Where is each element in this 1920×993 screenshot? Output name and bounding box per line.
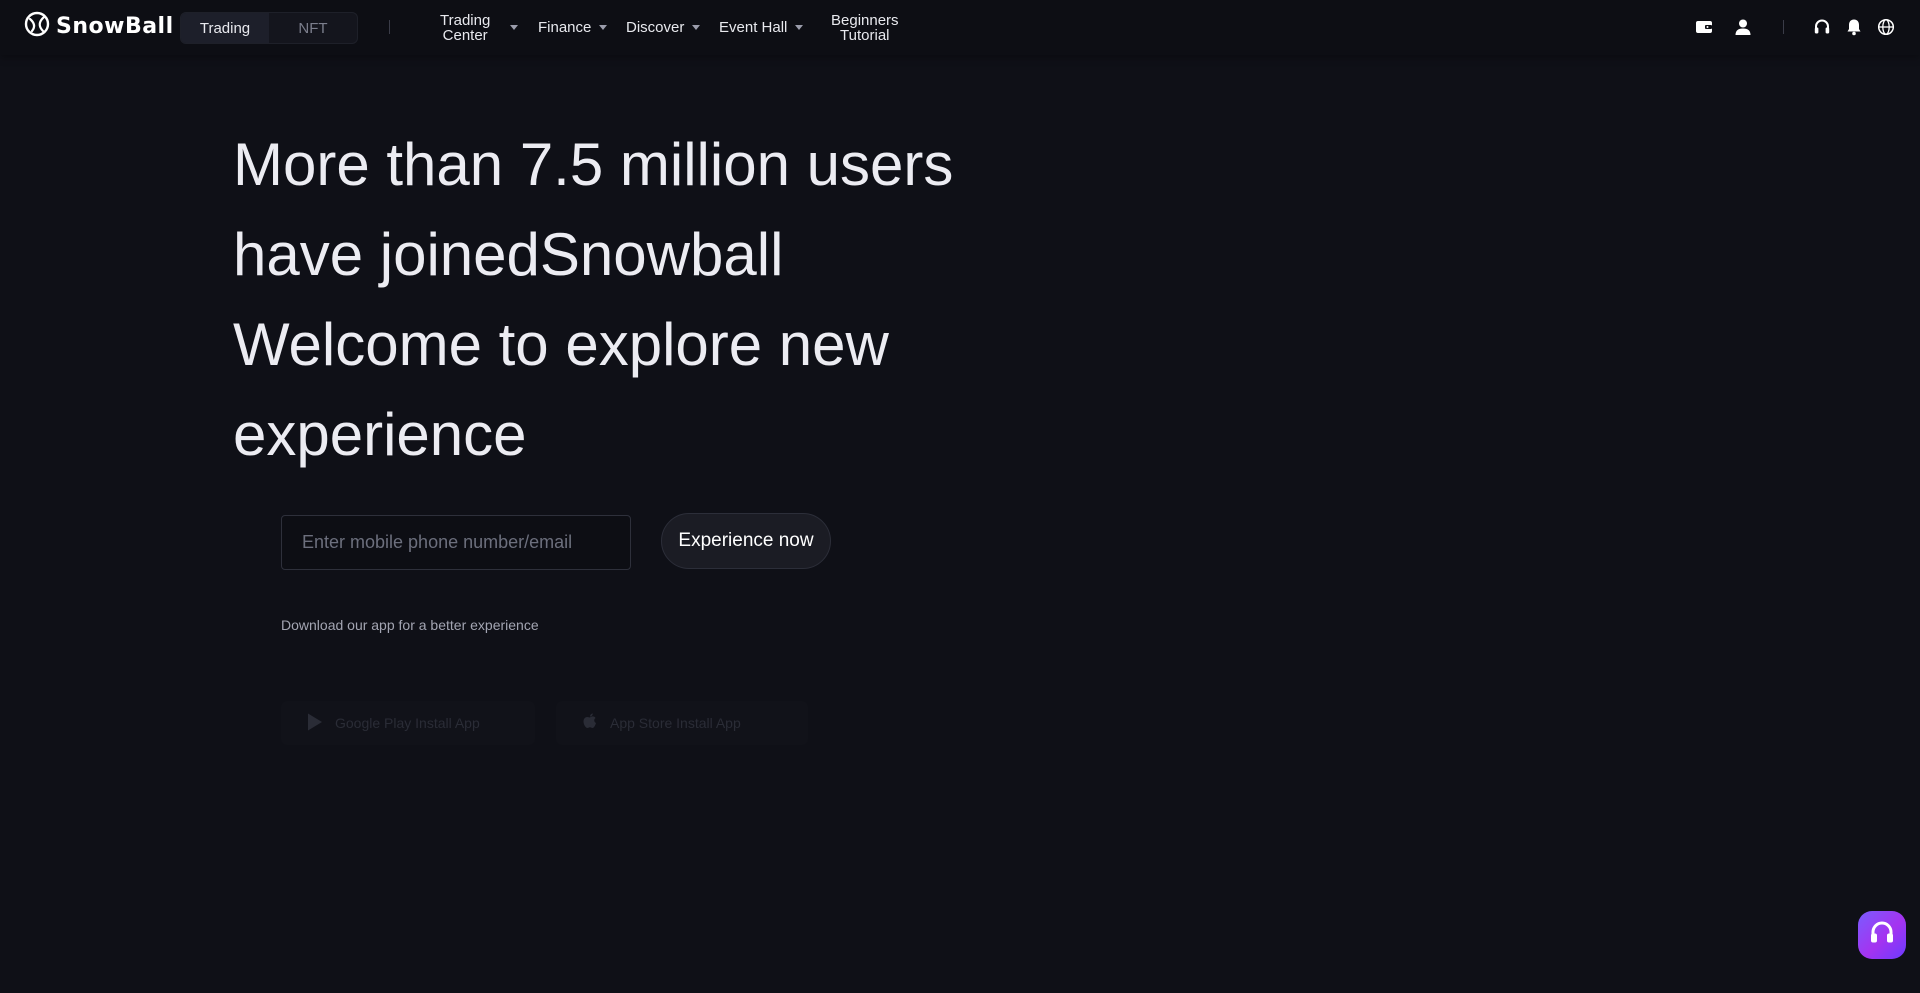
app-store-label: App Store Install App	[610, 715, 741, 731]
header-divider	[1783, 20, 1784, 34]
nav-trading-center-line1: Trading	[440, 11, 491, 29]
download-note: Download our app for a better experience	[281, 617, 539, 633]
nav-divider	[389, 20, 390, 34]
nav-discover-label: Discover	[626, 19, 685, 36]
nav-trading-center-label: Trading Center	[440, 13, 490, 43]
wallet-icon[interactable]	[1694, 17, 1714, 37]
mode-tab-trading[interactable]: Trading	[181, 13, 269, 43]
phone-email-input[interactable]	[281, 515, 631, 570]
nav-beginners-tutorial[interactable]: Beginners Tutorial	[831, 0, 899, 55]
nav-beginners-tutorial-line2: Tutorial	[840, 26, 890, 44]
hero-line-4: experience	[233, 401, 527, 468]
hero-line-1: More than 7.5 million users	[233, 131, 954, 198]
headset-icon	[1867, 918, 1897, 953]
hero-line-2: have joinedSnowball	[233, 221, 784, 288]
user-icon[interactable]	[1733, 17, 1753, 37]
snowball-logo-icon	[24, 11, 50, 42]
experience-now-button[interactable]: Experience now	[661, 513, 831, 569]
top-navigation-bar: SnowBall Trading NFT Trading Center Fina…	[0, 0, 1920, 55]
nav-finance[interactable]: Finance	[538, 0, 608, 55]
chevron-down-icon	[599, 25, 608, 30]
chevron-down-icon	[795, 25, 804, 30]
customer-support-button[interactable]	[1858, 911, 1906, 959]
mode-switch: Trading NFT	[180, 12, 358, 44]
chevron-down-icon	[692, 25, 701, 30]
mode-tab-nft[interactable]: NFT	[269, 13, 357, 43]
hero-line-3: Welcome to explore new	[233, 311, 889, 378]
nav-beginners-tutorial-label: Beginners Tutorial	[831, 13, 899, 43]
hero-headline: More than 7.5 million users have joinedS…	[233, 120, 1053, 480]
nav-event-hall-label: Event Hall	[719, 19, 788, 36]
google-play-button[interactable]: Google Play Install App	[281, 701, 535, 745]
chevron-down-icon	[510, 25, 519, 30]
nav-beginners-tutorial-line1: Beginners	[831, 11, 899, 29]
apple-icon	[580, 712, 600, 735]
headset-icon[interactable]	[1812, 17, 1832, 37]
nav-finance-label: Finance	[538, 19, 592, 36]
google-play-label: Google Play Install App	[335, 715, 480, 731]
globe-icon[interactable]	[1876, 17, 1896, 37]
nav-trading-center-line2: Center	[442, 26, 488, 44]
nav-discover[interactable]: Discover	[626, 0, 701, 55]
nav-event-hall[interactable]: Event Hall	[719, 0, 804, 55]
google-play-icon	[305, 712, 325, 735]
brand-name: SnowBall	[56, 13, 174, 39]
brand-logo[interactable]: SnowBall	[24, 10, 174, 42]
bell-icon[interactable]	[1844, 17, 1864, 37]
app-store-button[interactable]: App Store Install App	[556, 701, 808, 745]
nav-trading-center[interactable]: Trading Center	[440, 0, 519, 55]
